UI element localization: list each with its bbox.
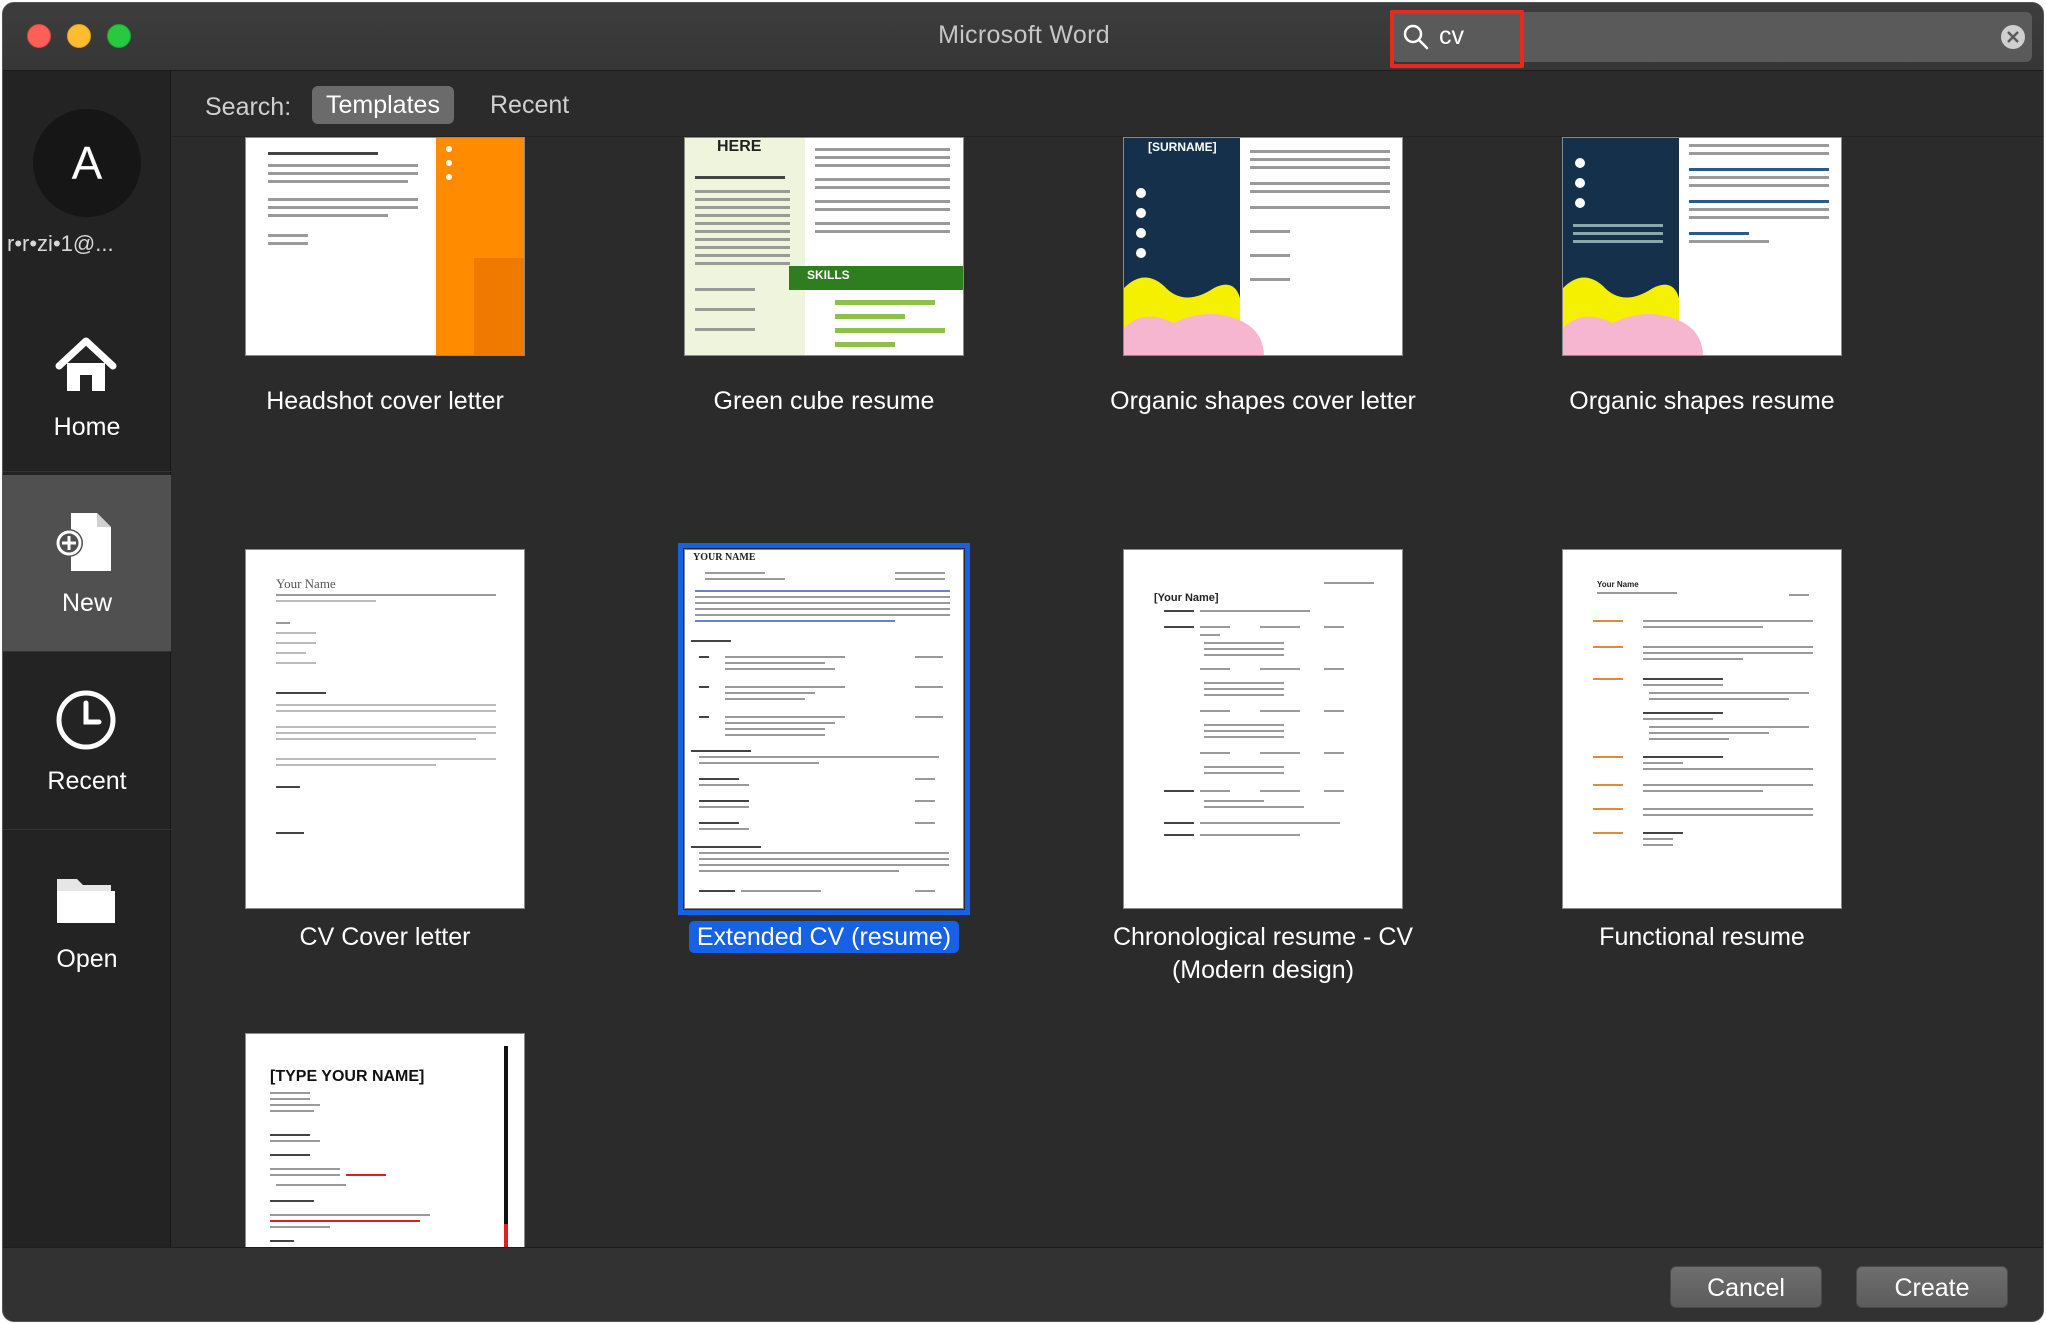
template-name-line2: (Modern design) <box>1171 956 1355 984</box>
sidebar-item-label: Recent <box>47 767 127 795</box>
sidebar-item-home[interactable]: Home <box>3 299 171 475</box>
template-thumbnail[interactable] <box>245 137 525 356</box>
dialog-footer: Cancel Create <box>3 1247 2043 1321</box>
thumbnail-heading: YOUR NAME <box>693 552 756 563</box>
tab-templates[interactable]: Templates <box>312 86 454 124</box>
thumbnail-heading: [TYPE YOUR NAME] <box>270 1068 425 1085</box>
template-thumbnail[interactable]: [TYPE YOUR NAME] <box>245 1033 525 1247</box>
template-grid: Headshot cover letter HERE SKILLS Green … <box>172 137 2043 1247</box>
template-thumbnail[interactable]: HERE SKILLS <box>684 137 964 356</box>
word-gallery-window: Microsoft Word cv A r•r•zi•1@... Home Ne… <box>2 2 2044 1322</box>
clock-icon <box>56 690 116 750</box>
template-name: Extended CV (resume) <box>604 921 1044 954</box>
tab-recent[interactable]: Recent <box>476 86 583 124</box>
new-document-icon <box>55 513 111 571</box>
template-thumbnail[interactable]: Your Name <box>245 549 525 909</box>
template-thumbnail[interactable]: [Your Name] <box>1123 549 1403 909</box>
avatar[interactable]: A <box>33 109 141 217</box>
selected-template-name: Extended CV (resume) <box>688 921 960 953</box>
close-window-button[interactable] <box>27 24 51 48</box>
thumbnail-heading: Your Name <box>1597 580 1639 589</box>
sidebar-item-label: New <box>61 589 112 617</box>
account-label: r•r•zi•1@... <box>7 231 114 256</box>
template-name: Chronological resume - CV (Modern design… <box>1043 921 1483 987</box>
sidebar-item-recent[interactable]: Recent <box>3 653 171 829</box>
create-button[interactable]: Create <box>1856 1266 2008 1308</box>
sidebar-item-open[interactable]: Open <box>3 831 171 1007</box>
sidebar-item-label: Home <box>53 413 121 441</box>
minimize-window-button[interactable] <box>67 24 91 48</box>
template-name: Green cube resume <box>713 387 935 415</box>
template-name: Headshot cover letter <box>266 387 504 415</box>
thumbnail-heading: [Your Name] <box>1154 592 1219 604</box>
sidebar: A r•r•zi•1@... Home New Recent Open <box>3 71 171 1247</box>
folder-icon <box>57 879 115 923</box>
template-thumbnail[interactable]: YOUR NAME <box>678 543 970 915</box>
search-scope-bar: Search: Templates Recent <box>172 71 2043 137</box>
template-name-line1: Chronological resume - CV <box>1112 923 1414 951</box>
search-input-value[interactable]: cv <box>1439 22 1464 51</box>
zoom-window-button[interactable] <box>107 24 131 48</box>
thumbnail-organic-shapes <box>1124 277 1264 355</box>
template-thumbnail[interactable]: Your Name <box>1562 549 1842 909</box>
thumbnail-heading: [SURNAME] <box>1148 140 1217 154</box>
template-thumbnail[interactable]: [SURNAME] <box>1123 137 1403 356</box>
cancel-button[interactable]: Cancel <box>1670 1266 1822 1308</box>
search-scope-label: Search: <box>205 93 292 121</box>
home-icon <box>55 337 117 391</box>
title-bar: Microsoft Word cv <box>3 3 2043 71</box>
thumbnail-organic-shapes <box>1563 277 1703 355</box>
thumbnail-section-heading: SKILLS <box>807 268 850 282</box>
search-icon <box>1403 24 1429 50</box>
template-name: CV Cover letter <box>299 923 471 951</box>
sidebar-item-new[interactable]: New <box>3 475 171 651</box>
search-field[interactable] <box>1392 12 2032 62</box>
template-name: Organic shapes cover letter <box>1110 387 1416 415</box>
clear-search-icon[interactable] <box>1999 23 2027 51</box>
template-browser: Search: Templates Recent Headshot cover … <box>172 71 2043 1247</box>
sidebar-item-label: Open <box>56 945 118 973</box>
thumbnail-heading: Your Name <box>276 576 336 591</box>
template-thumbnail[interactable] <box>1562 137 1842 356</box>
template-name: Functional resume <box>1599 923 1805 951</box>
thumbnail-heading: HERE <box>717 138 762 155</box>
template-name: Organic shapes resume <box>1569 387 1835 415</box>
